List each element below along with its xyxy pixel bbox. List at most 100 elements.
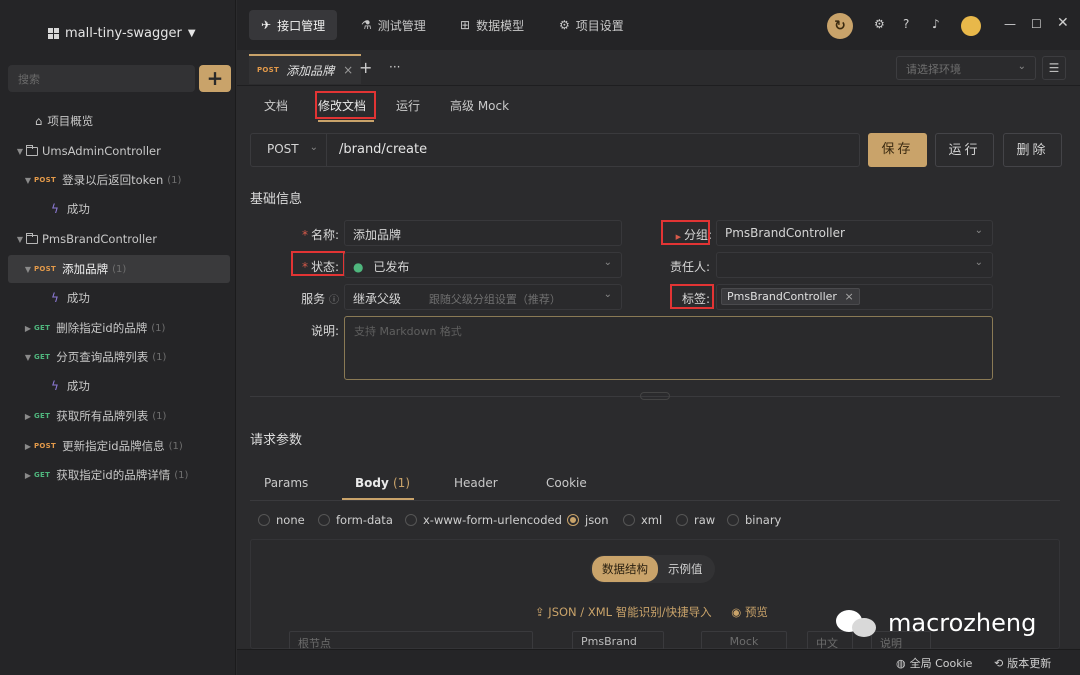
sidebar-item-update-brand[interactable]: ▶ POST 更新指定id品牌信息 (1) [8,432,230,460]
chevron-down-icon: ⌄ [1017,61,1026,72]
tab-test-management[interactable]: ⚗ 测试管理 [349,10,438,40]
sidebar-item-add-brand[interactable]: ▼ POST 添加品牌 (1) [8,255,230,283]
tab-api-management[interactable]: ✈ 接口管理 [249,10,338,40]
sidebar-case-success[interactable]: ϟ 成功 [8,284,230,312]
help-icon[interactable]: ? [903,17,909,31]
close-window-icon[interactable]: ✕ [1057,15,1069,31]
global-cookie-button[interactable]: ◍ 全局 Cookie [896,655,972,671]
sidebar-item-label: 登录以后返回token [62,173,164,187]
segment-schema[interactable]: 数据结构 [592,556,658,582]
radio-circle-checked [567,514,579,526]
tab-cookie[interactable]: Cookie [546,476,587,490]
method-badge: POST [34,176,57,184]
sidebar-item-overview[interactable]: ⌂ 项目概览 [8,107,230,135]
top-bar: ✈ 接口管理 ⚗ 测试管理 ⊞ 数据模型 ⚙ 项目设置 ↻ ⚙ ? ♪ — ☐ … [237,0,1080,50]
tab-body[interactable]: Body (1) [355,476,410,490]
bolt-icon: ϟ [51,202,59,216]
sidebar-case-success[interactable]: ϟ 成功 [8,195,230,223]
url-path-input[interactable]: /brand/create [339,142,427,157]
sidebar-folder-ums[interactable]: ▼ UmsAdminController [8,137,230,165]
radio-json[interactable]: json [567,513,609,527]
radio-urlencoded[interactable]: x-www-form-urlencoded [405,513,562,527]
bolt-icon: ϟ [51,291,59,305]
chevron-down-icon: ▼ [24,352,32,362]
environment-placeholder: 请选择环境 [906,63,961,76]
link-label: JSON / XML 智能识别/快捷导入 [548,605,712,619]
radio-form-data[interactable]: form-data [318,513,393,527]
chevron-down-icon: ⌄ [309,142,318,153]
help-circle-icon: ⓘ [329,295,339,306]
new-tab-icon[interactable]: + [359,58,372,77]
owner-select[interactable]: ⌄ [716,252,993,278]
environment-select[interactable]: 请选择环境 ⌄ [896,56,1036,80]
chevron-right-icon: ▶ [24,470,32,480]
status-label: 全局 Cookie [909,657,973,670]
more-icon[interactable]: ··· [389,60,400,74]
name-field[interactable]: 添加品牌 [344,220,622,246]
sidebar-item-get-brand[interactable]: ▶ GET 获取指定id的品牌详情 (1) [8,461,230,489]
search-input[interactable]: 搜索 [8,65,195,92]
settings-icon[interactable]: ⚙ [874,17,885,31]
radio-raw[interactable]: raw [676,513,715,527]
sidebar-item-delete-brand[interactable]: ▶ GET 删除指定id的品牌 (1) [8,314,230,342]
tab-data-model[interactable]: ⊞ 数据模型 [448,10,536,40]
segment-example[interactable]: 示例值 [658,556,713,582]
sidebar-item-list-all[interactable]: ▶ GET 获取所有品牌列表 (1) [8,402,230,430]
resize-handle[interactable] [640,392,670,400]
avatar[interactable] [961,16,981,36]
highlight-box [291,251,345,276]
radio-none[interactable]: none [258,513,305,527]
sidebar-item-page-list[interactable]: ▼ GET 分页查询品牌列表 (1) [8,343,230,371]
project-name: mall-tiny-swagger [65,26,182,41]
sidebar-item-login[interactable]: ▼ POST 登录以后返回token (1) [8,166,230,194]
method-select[interactable]: POST ⌄ [251,134,327,166]
menu-icon[interactable]: ☰ [1042,56,1066,80]
tab-params[interactable]: Params [264,476,308,490]
group-select[interactable]: PmsBrandController ⌄ [716,220,993,246]
delete-button[interactable]: 删除 [1003,133,1062,167]
minimize-icon[interactable]: — [1004,17,1016,31]
radio-binary[interactable]: binary [727,513,781,527]
tag-input[interactable]: PmsBrandController × [716,284,993,310]
tab-project-settings[interactable]: ⚙ 项目设置 [547,10,636,40]
tag-chip: PmsBrandController × [721,288,860,305]
tab-run[interactable]: 运行 [396,97,420,114]
sidebar-item-label: 获取指定id的品牌详情 [56,468,171,482]
sidebar-case-success[interactable]: ϟ 成功 [8,372,230,400]
project-selector[interactable]: mall-tiny-swagger ▼ [48,26,196,41]
sidebar-item-label: 成功 [66,379,90,393]
save-button[interactable]: 保存 [868,133,927,167]
run-button[interactable]: 运行 [935,133,994,167]
sidebar-folder-pms[interactable]: ▼ PmsBrandController [8,225,230,253]
case-count: (1) [152,351,167,363]
status-select[interactable]: ● 已发布 ⌄ [344,252,622,278]
tab-label: Body [355,476,389,490]
import-link[interactable]: ⇪ JSON / XML 智能识别/快捷导入 [535,605,712,619]
radio-xml[interactable]: xml [623,513,662,527]
chevron-down-icon: ⌄ [603,289,612,300]
sync-icon[interactable]: ↻ [827,13,853,39]
bolt-icon: ϟ [51,379,59,393]
case-count: (1) [168,440,183,452]
tab-advanced-mock[interactable]: 高级 Mock [450,97,509,114]
tab-header[interactable]: Header [454,476,498,490]
status-dot-icon: ● [353,260,364,274]
sidebar-item-label: 成功 [66,202,90,216]
case-count: (1) [167,174,182,186]
bell-icon[interactable]: ♪ [932,17,940,31]
close-icon[interactable]: × [343,63,353,77]
preview-link[interactable]: ◉ 预览 [731,605,768,619]
chevron-right-icon: ▶ [24,441,32,451]
tab-doc[interactable]: 文档 [264,97,288,114]
version-update-button[interactable]: ⟲ 版本更新 [994,655,1051,671]
tag-value: PmsBrandController [727,290,837,303]
service-value: 继承父级 [353,292,402,306]
sidebar: mall-tiny-swagger ▼ 搜索 + ⌂ 项目概览 ▼ UmsAdm… [0,0,236,675]
maximize-icon[interactable]: ☐ [1031,17,1042,31]
doc-tab-add-brand[interactable]: POST 添加品牌 × [249,54,362,84]
service-select[interactable]: 继承父级 跟随父级分组设置（推荐） ⌄ [344,284,622,310]
status-value: 已发布 [373,260,410,274]
close-icon[interactable]: × [844,290,853,303]
description-textarea[interactable]: 支持 Markdown 格式 [344,316,993,380]
add-button[interactable]: + [199,65,231,92]
